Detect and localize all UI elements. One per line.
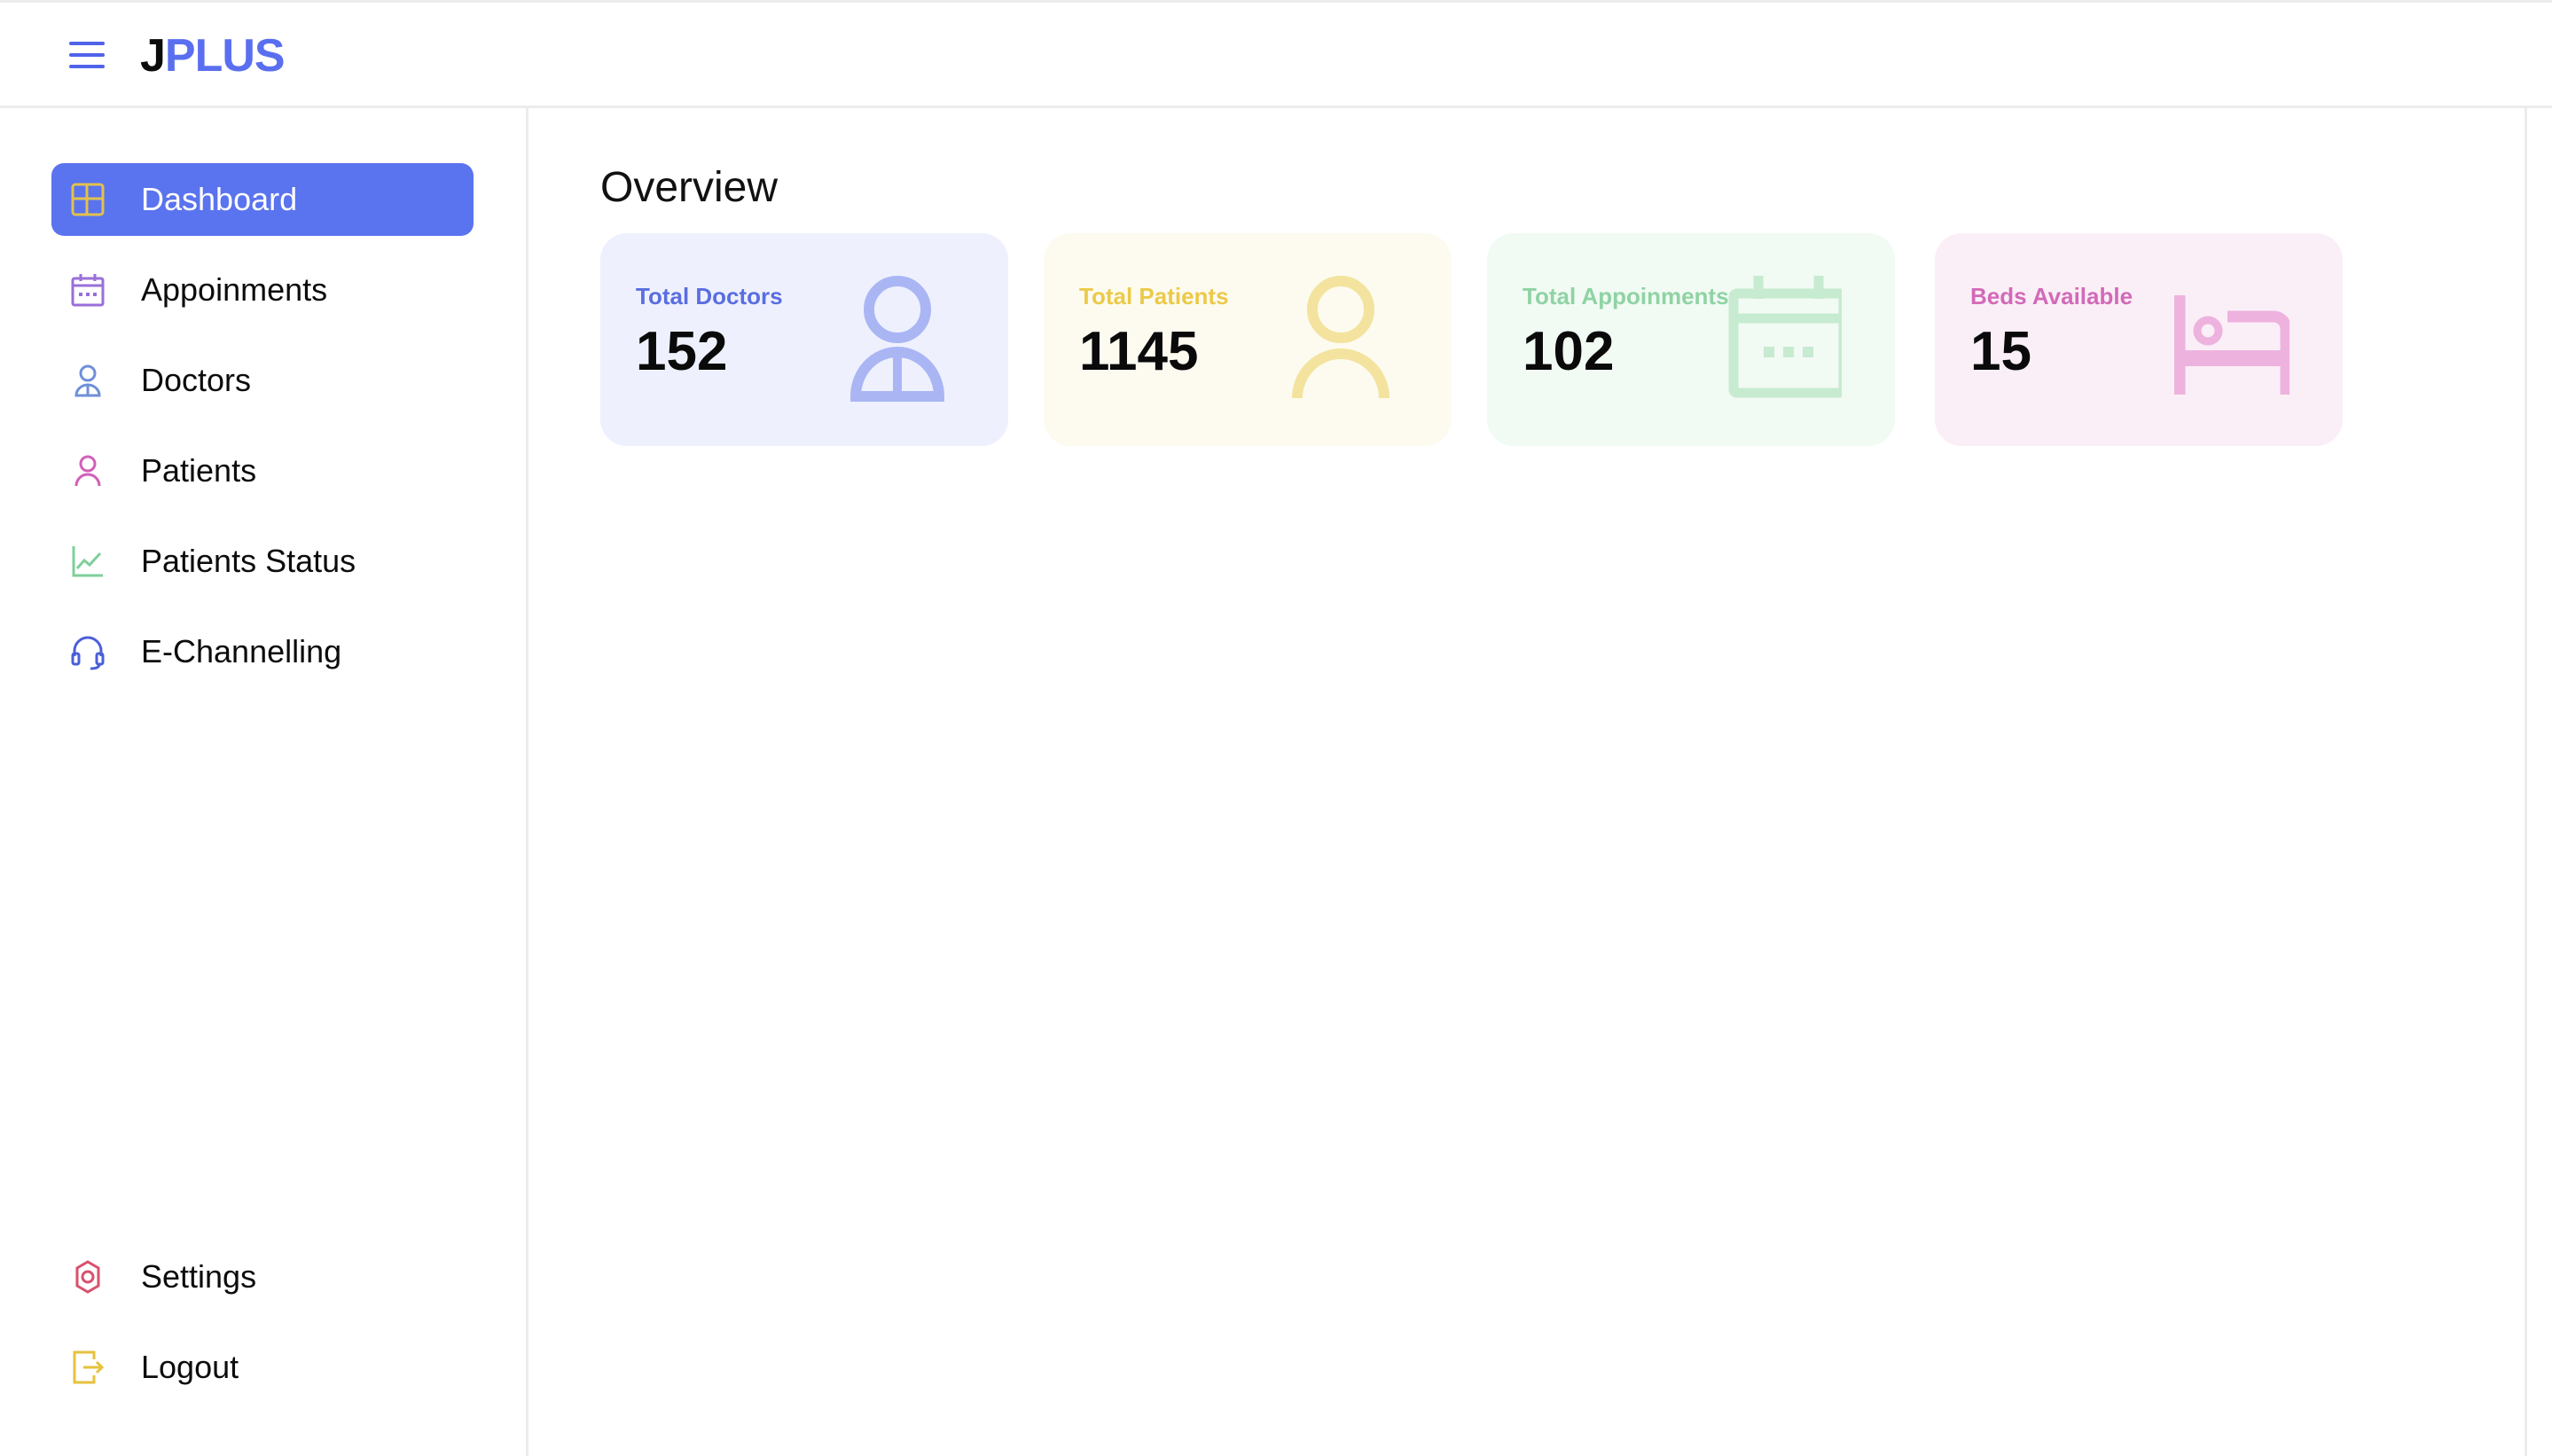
sidebar-item-label: E-Channelling <box>141 633 342 669</box>
card-value: 1145 <box>1079 321 1199 382</box>
sidebar-item-label: Dashboard <box>141 181 298 217</box>
scrollbar[interactable] <box>2525 108 2552 1456</box>
sidebar-item-doctors[interactable]: Doctors <box>51 344 474 417</box>
calendar-icon <box>71 274 105 307</box>
stat-card-total-appointments[interactable]: Total Appoinments 102 <box>1487 233 1895 446</box>
card-label: Total Appoinments <box>1523 283 1729 309</box>
calendar-icon <box>1728 276 1842 398</box>
stat-card-beds-available[interactable]: Beds Available 15 <box>1935 233 2343 446</box>
doctor-icon <box>849 276 945 402</box>
top-bar: JPLUS <box>0 0 2552 108</box>
sidebar-item-patients-status[interactable]: Patients Status <box>51 525 474 598</box>
doctor-icon <box>74 364 101 397</box>
sidebar-item-label: Patients Status <box>141 543 356 579</box>
sidebar-item-label: Settings <box>141 1258 257 1295</box>
chart-line-icon <box>72 546 103 577</box>
sidebar-item-e-channelling[interactable]: E-Channelling <box>51 615 474 688</box>
card-label: Total Patients <box>1079 283 1229 309</box>
sidebar-item-dashboard[interactable]: Dashboard <box>51 163 474 236</box>
sidebar-item-label: Doctors <box>141 362 252 398</box>
menu-icon[interactable] <box>69 42 105 70</box>
sidebar-item-label: Appoinments <box>141 271 328 308</box>
app-logo[interactable]: JPLUS <box>140 29 286 82</box>
card-label: Beds Available <box>1970 283 2133 309</box>
bed-icon <box>2174 295 2290 395</box>
card-value: 102 <box>1523 321 1615 382</box>
logo-text: PLUS <box>164 30 286 82</box>
dashboard-icon <box>71 183 105 216</box>
page-title: Overview <box>600 164 779 211</box>
person-icon <box>1292 276 1390 399</box>
logo-letter: J <box>140 30 166 82</box>
card-label: Total Doctors <box>636 283 783 309</box>
person-icon <box>74 455 101 487</box>
sidebar-item-settings[interactable]: Settings <box>51 1241 474 1313</box>
card-value: 15 <box>1970 321 2031 382</box>
stat-card-total-patients[interactable]: Total Patients 1145 <box>1044 233 1452 446</box>
sidebar-item-label: Logout <box>141 1349 239 1385</box>
stat-card-total-doctors[interactable]: Total Doctors 152 <box>600 233 1008 446</box>
headset-icon <box>71 636 105 670</box>
sidebar-item-appointments[interactable]: Appoinments <box>51 254 474 326</box>
gear-icon <box>75 1260 100 1294</box>
main-content: Overview Total Doctors 152 Total Patient… <box>531 108 2525 1456</box>
sidebar: Dashboard Appoinments Doctors Patients P… <box>0 108 528 1456</box>
sidebar-item-logout[interactable]: Logout <box>51 1331 474 1404</box>
sidebar-item-patients[interactable]: Patients <box>51 434 474 507</box>
logout-icon <box>73 1350 105 1384</box>
sidebar-item-label: Patients <box>141 452 257 489</box>
card-value: 152 <box>636 321 728 382</box>
